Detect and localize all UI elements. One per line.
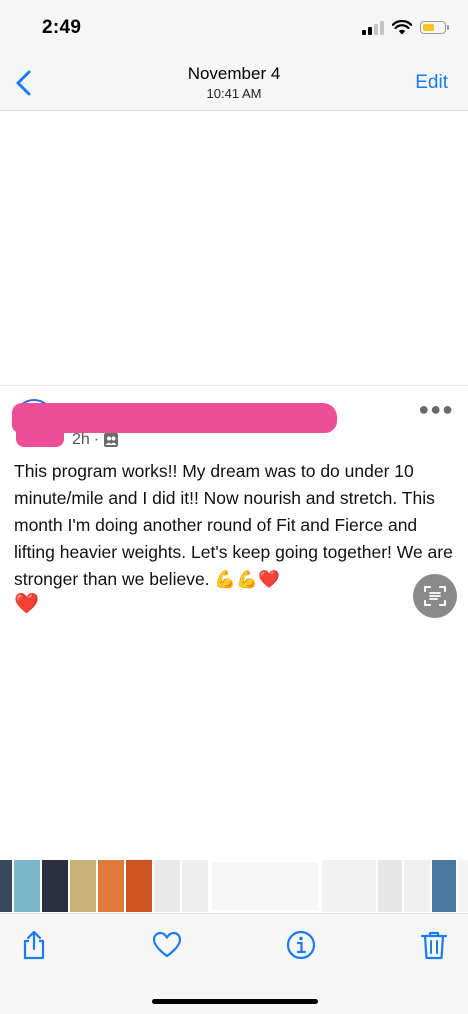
bottom-toolbar [0, 913, 468, 1014]
meta-separator: · [93, 431, 100, 448]
post-text: This program works!! My dream was to do … [14, 461, 453, 589]
thumbnail[interactable] [14, 860, 40, 912]
thumbnail[interactable] [378, 860, 402, 912]
photo-viewer[interactable]: 2h · ●●● This program works!! My dream w… [0, 111, 468, 856]
navigation-bar: November 4 10:41 AM Edit [0, 58, 468, 111]
photo-time-subtitle: 10:41 AM [206, 86, 262, 101]
live-text-scan-icon [424, 586, 446, 606]
thumbnail-selected[interactable] [210, 860, 320, 912]
photo-date-title: November 4 [187, 64, 281, 83]
redaction-mark [16, 421, 64, 447]
info-icon[interactable] [285, 929, 317, 961]
status-bar: 2:49 [0, 0, 468, 58]
battery-level [423, 24, 434, 31]
thumbnail-strip[interactable] [0, 860, 468, 912]
share-icon[interactable] [18, 929, 50, 961]
thumbnail[interactable] [432, 860, 456, 912]
post-divider [0, 385, 468, 386]
status-time: 2:49 [42, 17, 82, 38]
post-meta: 2h · [72, 431, 119, 449]
friends-icon [104, 433, 119, 447]
thumbnail[interactable] [154, 860, 180, 912]
cellular-signal-icon [362, 20, 384, 35]
thumbnail[interactable] [182, 860, 208, 912]
thumbnail[interactable] [404, 860, 430, 912]
live-text-scan-button[interactable] [413, 574, 457, 618]
trash-icon[interactable] [418, 929, 450, 961]
battery-low-icon [420, 21, 449, 34]
home-indicator [152, 999, 318, 1004]
thumbnail[interactable] [98, 860, 124, 912]
thumbnail[interactable] [126, 860, 152, 912]
post-time-ago: 2h [72, 431, 90, 448]
edit-button[interactable]: Edit [415, 72, 448, 94]
more-dots-icon: ●●● [418, 399, 454, 419]
heart-icon[interactable] [151, 929, 183, 961]
thumbnail[interactable] [322, 860, 376, 912]
post-trailing-emoji: ❤️ [14, 593, 39, 615]
thumbnail[interactable] [70, 860, 96, 912]
thumbnail[interactable] [0, 860, 12, 912]
wifi-icon [392, 20, 412, 35]
status-icons [362, 20, 449, 35]
thumbnail[interactable] [458, 860, 468, 912]
thumbnail[interactable] [42, 860, 68, 912]
